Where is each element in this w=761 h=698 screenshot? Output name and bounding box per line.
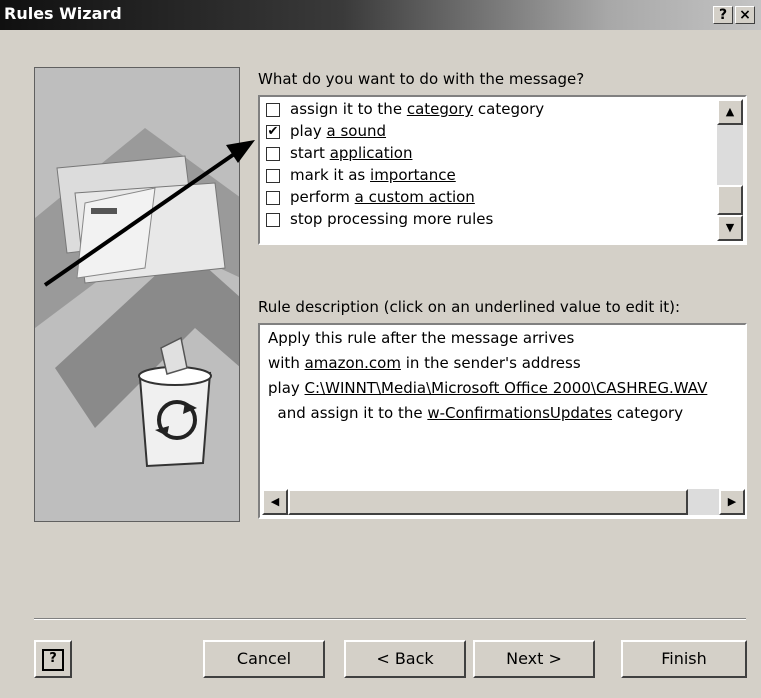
action-text: stop processing more rules [290,210,493,228]
description-value-link[interactable]: amazon.com [305,354,401,372]
back-button[interactable]: < Back [344,640,466,678]
action-item[interactable]: mark it as importance [262,165,716,187]
description-value-link[interactable]: C:\WINNT\Media\Microsoft Office 2000\CAS… [305,379,708,397]
description-value-link[interactable]: w-ConfirmationsUpdates [427,404,612,422]
action-item[interactable]: perform a custom action [262,187,716,209]
description-label: Rule description (click on an underlined… [258,298,681,316]
actions-vertical-scrollbar[interactable]: ▲ ▼ [717,99,743,241]
action-text-prefix: start [290,144,330,162]
horizontal-scroll-thumb[interactable] [288,489,688,515]
arrow-left-icon: ◀ [270,495,280,508]
close-icon: × [739,7,751,23]
scroll-down-button[interactable]: ▼ [717,215,743,241]
folders-and-recycle-bin-illustration [35,68,239,521]
description-text: with [268,354,305,372]
actions-list-items: assign it to the category category ✔ play … [262,99,716,231]
rules-wizard-window: Rules Wizard ? × What do you want to do … [0,0,761,698]
help-icon: ? [42,648,64,671]
action-checkbox[interactable] [266,147,280,161]
description-text-suffix: category [612,404,684,422]
action-checkbox[interactable]: ✔ [266,125,280,139]
action-checkbox[interactable] [266,191,280,205]
action-checkbox[interactable] [266,169,280,183]
scroll-left-button[interactable]: ◀ [262,489,288,515]
arrow-down-icon: ▼ [725,221,735,234]
action-text: mark it as importance [290,166,456,184]
description-text: play [268,379,305,397]
description-horizontal-scrollbar[interactable]: ◀ ▶ [262,489,745,515]
action-item[interactable]: ✔ play a sound [262,121,716,143]
description-line: Apply this rule after the message arrive… [268,329,746,354]
description-text: and assign it to the [268,404,428,422]
title-close-button[interactable]: × [735,6,755,24]
wizard-illustration [34,67,240,522]
next-button[interactable]: Next > [473,640,595,678]
arrow-right-icon: ▶ [727,495,737,508]
action-text-suffix: category [473,100,545,118]
action-value-link[interactable]: application [330,144,413,162]
scroll-up-button[interactable]: ▲ [717,99,743,125]
question-icon: ? [718,7,728,23]
action-text-prefix: stop processing more rules [290,210,494,228]
action-text-prefix: assign it to the [290,100,407,118]
action-item[interactable]: stop processing more rules [262,209,716,231]
scroll-thumb[interactable] [717,185,743,215]
description-text: Apply this rule after the message arrive… [268,329,575,347]
description-line: with amazon.com in the sender's address [268,354,746,379]
finish-button[interactable]: Finish [621,640,747,678]
action-checkbox[interactable] [266,213,280,227]
action-checkbox[interactable] [266,103,280,117]
action-text-prefix: perform [290,188,355,206]
scroll-right-button[interactable]: ▶ [719,489,745,515]
description-line: and assign it to the w-ConfirmationsUpda… [268,404,746,429]
action-item[interactable]: start application [262,143,716,165]
action-value-link[interactable]: a sound [327,122,387,140]
rule-description-lines: Apply this rule after the message arrive… [268,329,746,429]
window-title: Rules Wizard [4,4,122,23]
action-value-link[interactable]: category [407,100,473,118]
help-button[interactable]: ? [34,640,72,678]
action-text: perform a custom action [290,188,475,206]
action-value-link[interactable]: a custom action [355,188,475,206]
action-text: play a sound [290,122,386,140]
action-text: start application [290,144,412,162]
description-text-suffix: in the sender's address [400,354,581,372]
action-text-prefix: play [290,122,327,140]
action-text-prefix: mark it as [290,166,371,184]
cancel-button[interactable]: Cancel [203,640,325,678]
actions-list[interactable]: assign it to the category category ✔ play … [258,95,747,245]
action-text: assign it to the category category [290,100,544,118]
action-item[interactable]: assign it to the category category [262,99,716,121]
arrow-up-icon: ▲ [725,105,735,118]
title-help-button[interactable]: ? [713,6,733,24]
rule-description-box[interactable]: Apply this rule after the message arrive… [258,323,747,519]
separator-highlight [34,619,746,620]
title-bar[interactable]: Rules Wizard ? × [0,0,761,30]
actions-prompt: What do you want to do with the message? [258,70,585,88]
action-value-link[interactable]: importance [370,166,456,184]
description-line: play C:\WINNT\Media\Microsoft Office 200… [268,379,746,404]
